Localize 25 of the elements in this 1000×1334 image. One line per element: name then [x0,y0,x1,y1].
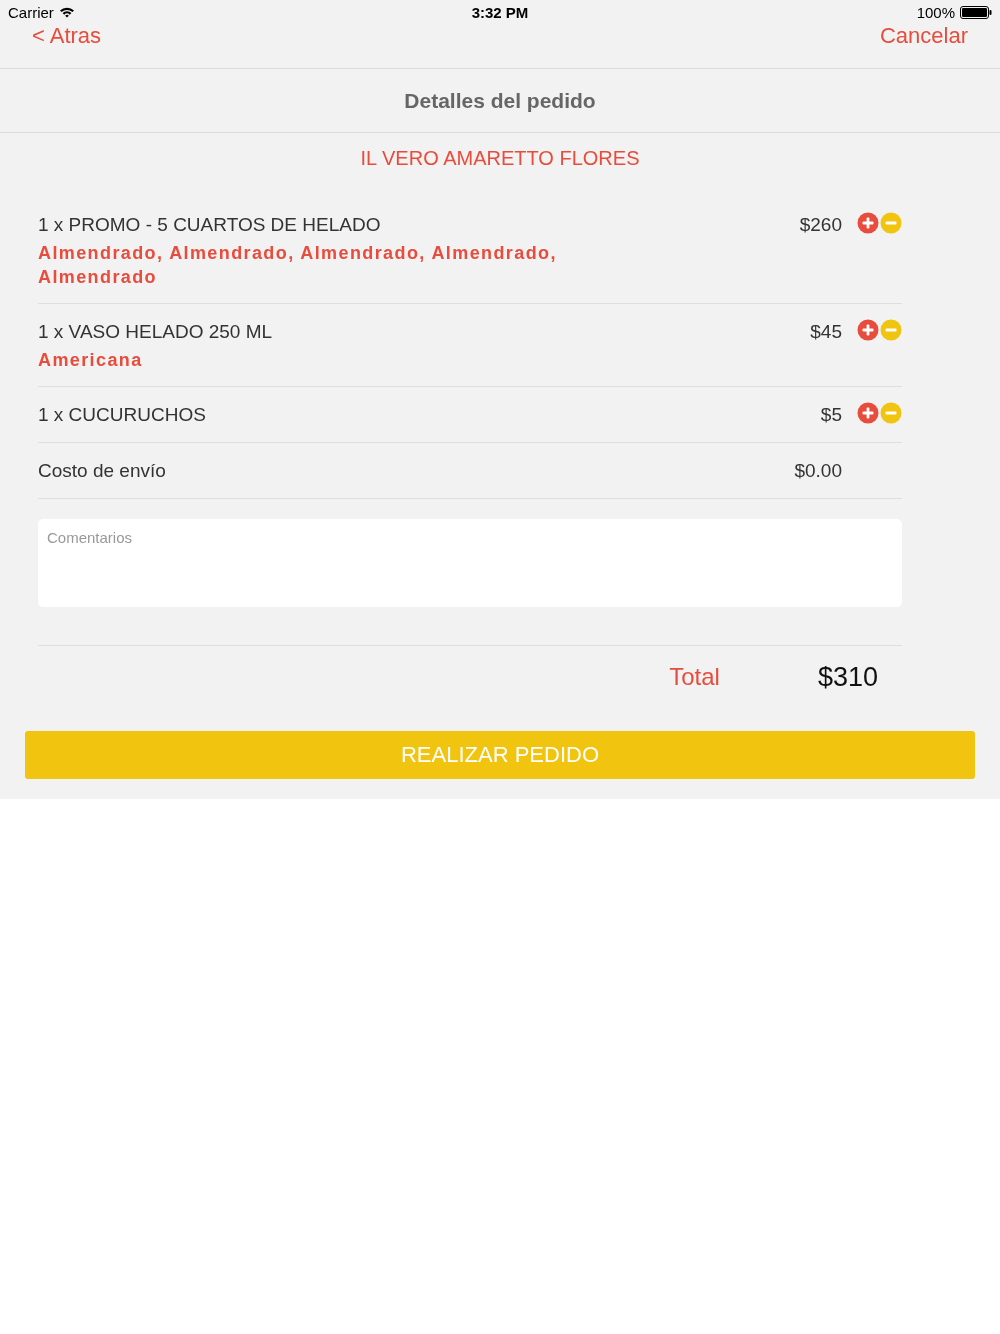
item-options: Americana [38,348,143,372]
plus-icon[interactable] [857,212,879,234]
item-price: $260 [799,213,842,237]
battery-percentage: 100% [916,3,955,21]
clock-time: 3:32 PM [471,3,529,21]
item-name: 1 x VASO HELADO 250 ML [38,320,273,344]
page-title: Detalles del pedido [404,88,596,113]
plus-icon[interactable] [857,319,879,341]
comments-field[interactable]: Comentarios [38,519,902,607]
total-label: Total [669,662,720,692]
shipping-label: Costo de envío [38,459,166,483]
total-value: $310 [817,662,878,692]
item-options: Almendrado, Almendrado, Almendrado, Almendrado, Almendrado [38,241,618,289]
item-name: 1 x CUCURUCHOS [38,403,206,427]
wifi-icon [58,6,75,18]
shipping-price: $0.00 [794,459,842,483]
item-price: $5 [820,403,842,427]
item-price: $45 [810,320,842,344]
item-name: 1 x PROMO - 5 CUARTOS DE HELADO [38,213,381,237]
carrier-label: Carrier [8,3,54,21]
cancel-button[interactable]: Cancelar [879,24,968,48]
plus-icon[interactable] [857,402,879,424]
restaurant-name: IL VERO AMARETTO FLORES [360,146,640,171]
battery-icon [960,5,992,19]
back-button[interactable]: < Atras [32,24,102,48]
